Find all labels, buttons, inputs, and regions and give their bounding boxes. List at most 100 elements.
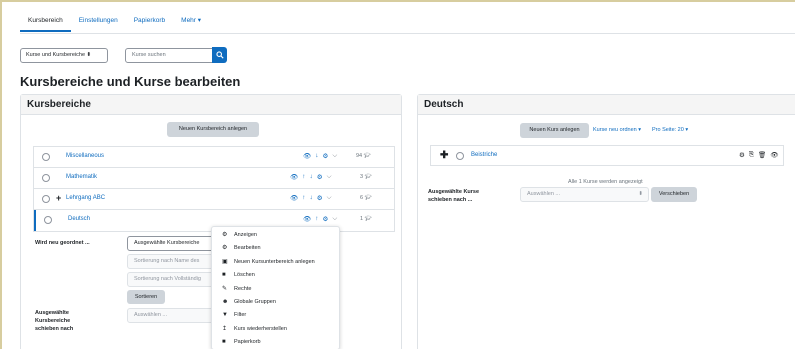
arrow-down-icon[interactable]: ↓: [315, 152, 318, 160]
category-list: Miscellaneous 👁︎ ↓ ⚙ ⌵ 94 🎓︎ Mathematik …: [33, 146, 395, 232]
menu-item-label: Rechte: [234, 285, 252, 292]
course-count: 6: [360, 195, 364, 201]
menu-item-label: Papierkorb: [234, 339, 261, 346]
arrow-up-icon[interactable]: ↑: [302, 194, 305, 202]
course-checkbox[interactable]: [456, 152, 464, 160]
menu-item-globale-gruppen[interactable]: ☻ Globale Gruppen: [212, 296, 339, 309]
category-name[interactable]: Miscellaneous: [66, 153, 104, 159]
category-name[interactable]: Mathematik: [66, 174, 97, 180]
move-label-line: schieben nach ...: [428, 197, 473, 203]
menu-item-label: Löschen: [234, 272, 255, 279]
sort-button[interactable]: Sortieren: [127, 290, 165, 304]
trash-icon[interactable]: 🗑︎: [758, 151, 766, 159]
search-button[interactable]: [212, 47, 227, 63]
menu-item-bearbeiten[interactable]: ⚙ Bearbeiten: [212, 242, 339, 255]
courses-panel-title: Deutsch: [418, 95, 795, 115]
select-caret-icon: ⬍: [638, 191, 643, 197]
tab-mehr[interactable]: Mehr ▾: [173, 12, 209, 32]
move-handle-icon[interactable]: ✚: [440, 151, 448, 161]
arrow-down-icon[interactable]: ↓: [310, 194, 313, 202]
category-name[interactable]: Deutsch: [68, 216, 90, 222]
view-select[interactable]: Kurse und Kursbereiche ⬍: [20, 48, 108, 63]
search-input[interactable]: Kurse suchen: [125, 48, 213, 63]
menu-item-papierkorb[interactable]: ■ Papierkorb: [212, 336, 339, 349]
restore-icon: ↥: [222, 325, 228, 332]
move-courses-button[interactable]: Verschieben: [651, 187, 697, 202]
graduation-cap-icon: 🎓︎: [363, 153, 371, 159]
move-label-line: schieben nach: [35, 326, 74, 332]
trash-icon: ■: [222, 339, 226, 346]
menu-item-anzeigen[interactable]: ⚙ Anzeigen: [212, 229, 339, 242]
eye-icon[interactable]: 👁︎: [770, 151, 778, 159]
chevron-down-icon[interactable]: ⌵: [327, 173, 332, 181]
sort-by-name-select[interactable]: Sortierung nach Name des: [127, 254, 217, 269]
move-courses-select[interactable]: Auswählen ... ⬍: [520, 187, 649, 202]
course-row: ✚ Beistriche ⚙ ⎘ 🗑︎ 👁︎: [430, 145, 784, 166]
menu-item-filter[interactable]: ▼ Filter: [212, 309, 339, 322]
new-category-button[interactable]: Neuen Kursbereich anlegen: [167, 122, 259, 137]
move-categories-label: Ausgewählte Kursbereiche schieben nach: [35, 309, 73, 333]
menu-item-label: Neuen Kursunterbereich anlegen: [234, 258, 315, 265]
chevron-down-icon[interactable]: ⌵: [332, 152, 337, 160]
resort-label: Wird neu geordnet ...: [35, 240, 90, 246]
secondary-navigation: Kursbereich Einstellungen Papierkorb Meh…: [20, 12, 209, 32]
menu-item-loeschen[interactable]: ■ Löschen: [212, 269, 339, 282]
gear-icon: ⚙: [222, 232, 228, 238]
move-categories-select[interactable]: Auswählen ...: [127, 308, 217, 323]
arrow-up-icon[interactable]: ↑: [302, 173, 305, 181]
eye-icon[interactable]: 👁︎: [290, 194, 298, 202]
menu-item-label: Globale Gruppen: [234, 298, 276, 305]
sort-by-fullname-select[interactable]: Sortierung nach Vollständig: [127, 272, 217, 287]
category-checkbox[interactable]: [44, 216, 52, 224]
course-count: 94: [356, 153, 363, 159]
chevron-down-icon[interactable]: ⌵: [327, 194, 332, 202]
menu-item-rechte[interactable]: ✎ Rechte: [212, 283, 339, 296]
gear-icon[interactable]: ⚙: [317, 173, 323, 181]
eye-icon[interactable]: 👁︎: [290, 173, 298, 181]
nav-divider: [20, 33, 795, 34]
category-checkbox[interactable]: [42, 174, 50, 182]
courses-shown-text: Alle 1 Kurse werden angezeigt: [568, 179, 643, 185]
category-checkbox[interactable]: [42, 153, 50, 161]
tab-einstellungen[interactable]: Einstellungen: [71, 12, 126, 32]
move-label-line: Ausgewählte: [35, 310, 69, 316]
gear-icon[interactable]: ⚙: [739, 151, 745, 159]
category-name[interactable]: Lehrgang ABC: [66, 195, 105, 201]
gear-icon[interactable]: ⚙: [317, 194, 323, 202]
resort-select[interactable]: Ausgewählte Kursbereiche: [127, 236, 217, 251]
arrow-down-icon[interactable]: ↓: [310, 173, 313, 181]
eye-icon[interactable]: 👁︎: [303, 152, 311, 160]
category-checkbox[interactable]: [42, 195, 50, 203]
category-row: Mathematik 👁︎ ↑ ↓ ⚙ ⌵ 3 🎓︎: [34, 168, 394, 189]
move-label-line: Kursbereiche: [35, 318, 71, 324]
add-folder-icon: ▣: [222, 258, 228, 265]
gear-icon: ⚙: [222, 245, 228, 252]
menu-item-kurs-wiederherstellen[interactable]: ↥ Kurs wiederherstellen: [212, 323, 339, 336]
search-icon: [215, 51, 224, 59]
per-page-link[interactable]: Pro Seite: 20 ▾: [652, 127, 688, 133]
reorder-courses-link[interactable]: Kurse neu ordnen ▾: [593, 127, 641, 133]
pencil-icon: ✎: [222, 285, 228, 292]
trash-icon: ■: [222, 272, 226, 279]
copy-icon[interactable]: ⎘: [749, 151, 754, 159]
tab-kursbereich[interactable]: Kursbereich: [20, 12, 71, 32]
eye-icon[interactable]: 👁︎: [303, 215, 311, 223]
category-row: Miscellaneous 👁︎ ↓ ⚙ ⌵ 94 🎓︎: [34, 147, 394, 168]
menu-item-label: Bearbeiten: [234, 245, 261, 252]
expand-plus-icon[interactable]: +: [56, 194, 61, 203]
users-icon: ☻: [222, 298, 229, 305]
chevron-down-icon[interactable]: ⌵: [332, 215, 337, 223]
category-row: + Lehrgang ABC 👁︎ ↑ ↓ ⚙ ⌵ 6 🎓︎: [34, 189, 394, 210]
gear-icon[interactable]: ⚙: [323, 152, 329, 160]
gear-icon[interactable]: ⚙: [323, 215, 329, 223]
graduation-cap-icon: 🎓︎: [364, 174, 372, 180]
new-course-button[interactable]: Neuen Kurs anlegen: [520, 123, 589, 138]
arrow-up-icon[interactable]: ↑: [315, 215, 318, 223]
menu-item-neuer-unterbereich[interactable]: ▣ Neuen Kursunterbereich anlegen: [212, 256, 339, 269]
courses-panel: Deutsch Neuen Kurs anlegen Kurse neu ord…: [417, 94, 795, 349]
menu-item-label: Kurs wiederherstellen: [234, 325, 287, 332]
tab-papierkorb[interactable]: Papierkorb: [126, 12, 173, 32]
menu-item-label: Filter: [234, 312, 247, 319]
menu-item-label: Anzeigen: [234, 232, 257, 238]
course-name[interactable]: Beistriche: [471, 152, 497, 158]
